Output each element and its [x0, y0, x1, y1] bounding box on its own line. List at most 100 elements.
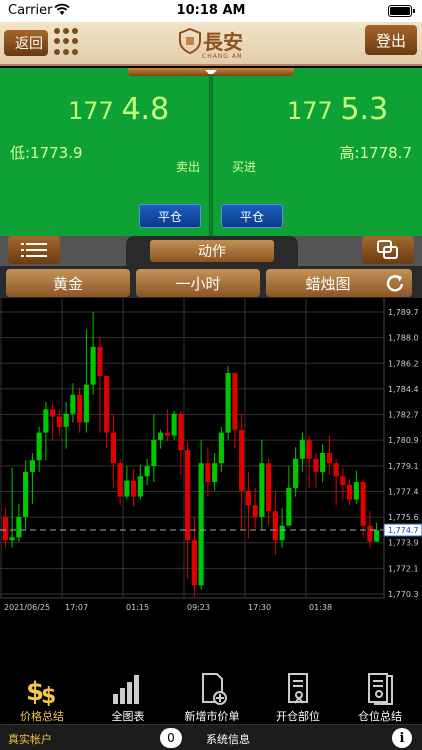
candle-down	[2, 516, 8, 541]
menu-grid-icon[interactable]	[54, 28, 82, 56]
symbol-selector[interactable]: 黄金	[6, 269, 130, 297]
y-tick-label: 1,777.4	[388, 487, 419, 496]
sell-price-prefix: 177	[68, 97, 114, 125]
tab-open-positions[interactable]: 开仓部位	[256, 668, 340, 724]
candle-down	[164, 432, 170, 436]
candle-down	[266, 463, 272, 512]
list-button[interactable]	[8, 236, 60, 264]
candle-up	[259, 463, 265, 517]
candle-up	[320, 453, 326, 472]
account-status-bar: 真实帐户 0 系统信息 i	[0, 724, 422, 750]
candle-down	[117, 463, 123, 497]
svg-text:$: $	[41, 684, 56, 706]
refresh-icon	[386, 275, 404, 292]
new-order-icon	[202, 673, 227, 705]
buy-price[interactable]: 177 5.3	[287, 92, 388, 127]
candle-down	[77, 394, 83, 423]
candle-up	[225, 373, 231, 433]
candle-up	[279, 525, 285, 541]
candle-down	[360, 482, 366, 526]
candle-down	[313, 458, 319, 472]
list-icon	[21, 243, 47, 257]
status-bar: Carrier 10:18 AM	[0, 0, 422, 22]
y-tick-label: 1,772.1	[388, 564, 419, 573]
candle-down	[97, 346, 103, 376]
tab-full-chart-label: 全图表	[111, 710, 145, 723]
y-tick-label: 1,788.0	[388, 334, 419, 343]
refresh-button[interactable]	[378, 269, 412, 297]
candle-up	[137, 476, 143, 497]
sell-label: 卖出	[176, 160, 201, 174]
system-info-label[interactable]: 系统信息	[206, 731, 250, 747]
x-tick-label: 01:15	[126, 603, 149, 612]
tab-full-chart[interactable]: 全图表	[86, 668, 170, 724]
tab-price-summary-label: 价格总结	[20, 710, 64, 723]
candle-down	[131, 480, 137, 497]
candle-down	[252, 505, 258, 517]
clock: 10:18 AM	[176, 3, 246, 18]
y-tick-label: 1,773.9	[388, 539, 419, 548]
candle-down	[340, 476, 346, 485]
close-position-sell-button[interactable]: 平仓	[139, 204, 201, 228]
dollar-icon: $ $	[26, 677, 56, 706]
back-button[interactable]: 返回	[4, 30, 48, 56]
candle-down	[191, 540, 197, 586]
close-position-buy-button[interactable]: 平仓	[221, 204, 283, 228]
candle-down	[56, 416, 62, 427]
quote-panel: 177 4.8 177 5.3 低:1773.9 高:1778.7 卖出 买进 …	[0, 68, 422, 236]
chart-type-selector[interactable]: 蜡烛图	[266, 269, 390, 297]
candle-up	[63, 413, 69, 427]
candle-down	[232, 373, 238, 430]
tab-price-summary[interactable]: $ $ 价格总结	[0, 668, 84, 724]
candle-up	[158, 432, 164, 440]
bottom-tab-bar: $ $ 价格总结 全图表 新增市价单 开仓部位 仓位总结	[0, 668, 422, 724]
sell-price[interactable]: 177 4.8	[68, 92, 169, 127]
tab-new-market-order-label: 新增市价单	[184, 710, 240, 723]
y-tick-label: 1,770.3	[388, 590, 419, 599]
action-tab: 动作	[126, 236, 298, 266]
info-icon[interactable]: i	[392, 728, 412, 748]
close-position-sell-label: 平仓	[157, 209, 182, 224]
candle-up	[353, 482, 359, 500]
copy-button[interactable]	[362, 236, 414, 264]
logo-subtext: CHANG AN	[202, 53, 243, 60]
tab-new-market-order[interactable]: 新增市价单	[170, 668, 254, 724]
candle-down	[50, 409, 56, 417]
message-count: 0	[167, 731, 175, 745]
candle-down	[178, 413, 184, 451]
x-tick-label: 09:23	[187, 603, 210, 612]
candle-down	[205, 463, 211, 483]
candle-down	[185, 450, 191, 541]
open-position-icon	[288, 673, 308, 704]
bar-chart-icon	[113, 675, 139, 704]
period-selector[interactable]: 一小时	[136, 269, 260, 297]
tab-position-summary[interactable]: 仓位总结	[338, 668, 422, 724]
logout-button[interactable]: 登出	[365, 25, 417, 55]
candle-up	[43, 409, 49, 433]
action-button[interactable]: 动作	[150, 240, 274, 262]
message-count-badge[interactable]: 0	[160, 728, 182, 748]
sell-price-main: 4.8	[121, 92, 170, 127]
candle-up	[218, 432, 224, 464]
chart-canvas: 1,789.7 1,788.0 1,786.2 1,784.4 1,782.7 1,780…	[0, 298, 422, 612]
candle-up	[212, 463, 218, 483]
close-position-buy-label: 平仓	[239, 209, 264, 224]
high-price: 高:1778.7	[339, 144, 412, 162]
period-selector-label: 一小时	[175, 274, 221, 293]
y-tick-label: 1,780.9	[388, 436, 419, 445]
candle-up	[171, 413, 177, 436]
candle-up	[9, 537, 15, 541]
candle-up	[198, 463, 204, 586]
candle-up	[124, 480, 130, 497]
candle-down	[306, 439, 312, 459]
candle-up	[36, 432, 42, 461]
app-header: 返回 長安 CHANG AN 登出	[0, 22, 422, 66]
chart-selector-row: 黄金 一小时 蜡烛图	[0, 266, 422, 298]
symbol-selector-label: 黄金	[52, 274, 83, 293]
position-summary-icon	[368, 673, 393, 705]
buy-price-prefix: 177	[287, 97, 333, 125]
candlestick-chart[interactable]: 1,789.7 1,788.0 1,786.2 1,784.4 1,782.7 1,780…	[0, 298, 422, 618]
candle-down	[104, 375, 110, 433]
candle-down	[110, 432, 116, 464]
account-type[interactable]: 真实帐户	[8, 731, 52, 747]
